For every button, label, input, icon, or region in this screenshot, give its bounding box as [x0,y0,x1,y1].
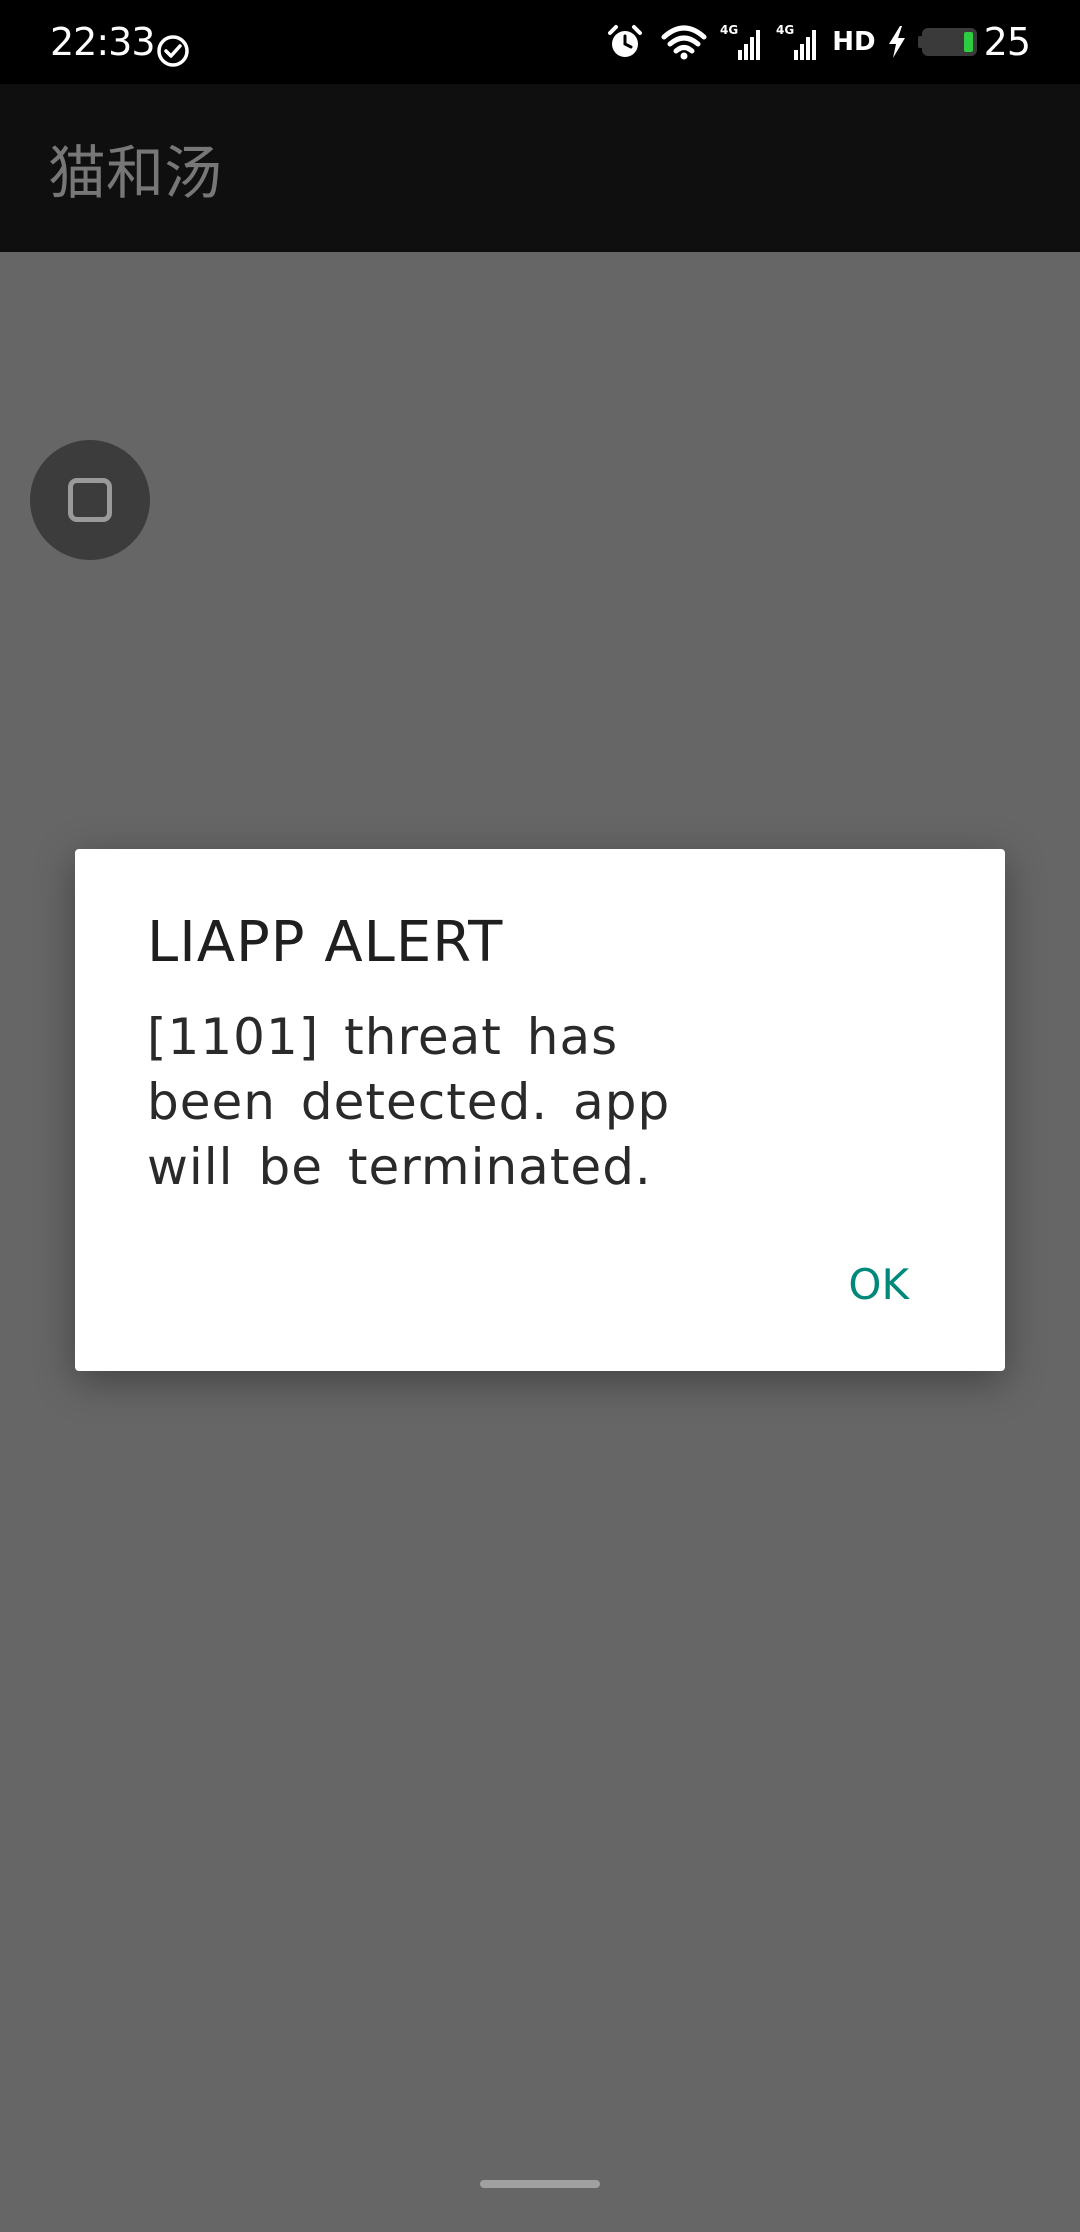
alarm-icon [608,25,643,57]
battery-icon [917,28,977,56]
alert-dialog: LIAPP ALERT [1101] threat has been detec… [75,849,1005,1371]
status-time: 22:33 [50,20,156,64]
signal-2-label: 4G [776,23,794,37]
dialog-message: [1101] threat has been detected. app wil… [147,1008,671,1196]
hd-icon: HD [832,27,876,57]
home-gesture-handle[interactable] [480,2180,600,2188]
screen: 22:33 4G 4G HD 25 猫和汤 LIAPP ALERT [1101]… [0,0,1080,2232]
status-icons: 4G 4G HD 25 [606,20,1031,64]
signal-4g-icon: 4G [776,23,817,60]
floating-square-button[interactable] [30,440,150,560]
signal-1-label: 4G [720,23,738,37]
battery-level: 25 [983,20,1031,64]
signal-4g-icon: 4G [720,23,761,60]
ok-button[interactable]: OK [848,1261,909,1309]
app-title: 猫和汤 [48,139,223,207]
status-bar: 22:33 4G 4G HD 25 [0,0,1080,84]
wifi-icon [661,25,707,60]
square-icon [68,478,112,522]
charging-bolt-icon [888,26,905,58]
check-circle-icon [157,35,189,67]
app-bar: 猫和汤 [0,84,1080,252]
dialog-title: LIAPP ALERT [147,910,504,975]
